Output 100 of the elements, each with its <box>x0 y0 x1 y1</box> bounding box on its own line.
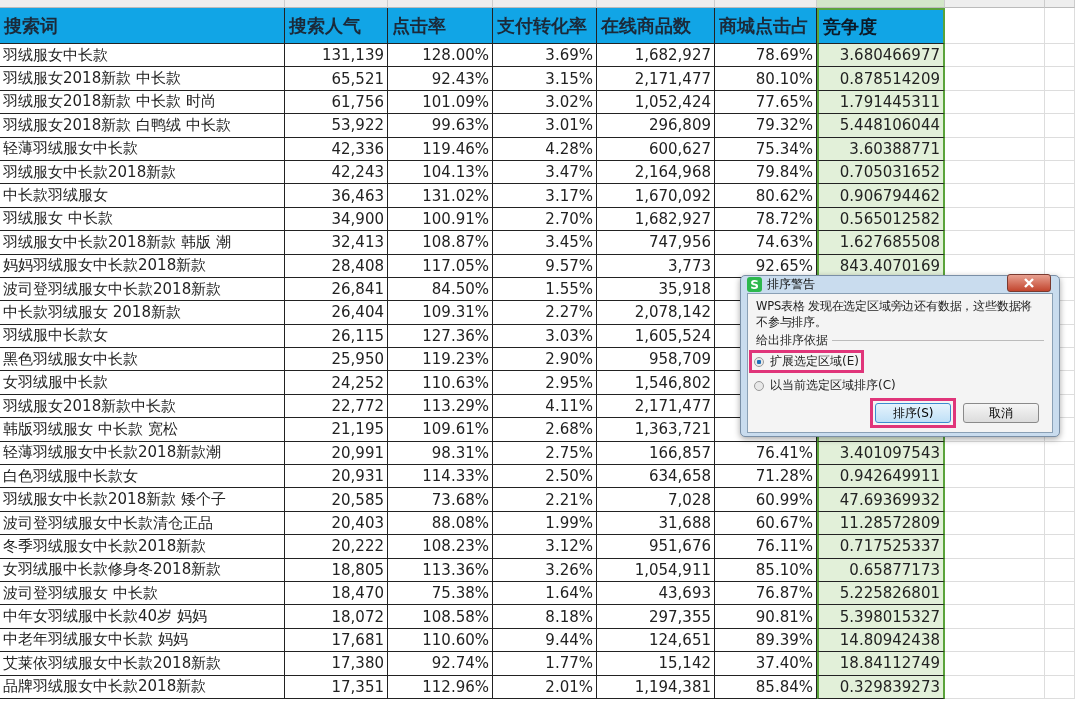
column-header[interactable]: 搜索人气 <box>285 8 388 44</box>
empty-cell <box>1045 652 1075 676</box>
table-cell: 9.44% <box>493 628 597 653</box>
table-cell: 5.225826801 <box>817 582 945 606</box>
table-cell: 1.55% <box>493 277 597 302</box>
table-cell: 3.401097543 <box>817 441 945 466</box>
close-button[interactable] <box>1007 273 1051 292</box>
table-cell: 35,918 <box>597 277 715 302</box>
table-cell: 117.05% <box>388 254 493 278</box>
table-cell: 108.87% <box>388 231 493 255</box>
table-cell: 53,922 <box>285 114 388 138</box>
table-cell: 3.45% <box>493 231 597 255</box>
table-cell: 5.398015327 <box>817 605 945 629</box>
table-cell: 296,809 <box>597 114 715 138</box>
column-letter-header[interactable] <box>817 0 945 8</box>
table-cell: 61,756 <box>285 90 388 115</box>
table-cell: 波司登羽绒服女中长款2018新款 <box>0 277 285 302</box>
table-cell: 3.60388771 <box>817 137 945 161</box>
empty-cell <box>1045 184 1075 208</box>
table-cell: 3.01% <box>493 114 597 138</box>
cancel-button[interactable]: 取消 <box>963 403 1039 423</box>
table-cell: 女羽绒服中长款修身冬2018新款 <box>0 558 285 582</box>
table-cell: 17,351 <box>285 675 388 699</box>
empty-cell <box>1045 441 1075 466</box>
table-cell: 119.23% <box>388 348 493 372</box>
table-cell: 1,670,092 <box>597 184 715 208</box>
table-cell: 2,171,477 <box>597 67 715 91</box>
column-letter-header[interactable] <box>945 0 1045 8</box>
table-cell: 0.565012582 <box>817 207 945 232</box>
table-cell: 1,605,524 <box>597 324 715 349</box>
table-cell: 88.08% <box>388 511 493 536</box>
table-cell: 112.96% <box>388 675 493 699</box>
empty-cell <box>1045 114 1075 138</box>
column-letter-header[interactable] <box>1045 0 1075 8</box>
table-cell: 747,956 <box>597 231 715 255</box>
table-cell: 18.84112749 <box>817 652 945 676</box>
table-cell: 25,950 <box>285 348 388 372</box>
table-cell: 2.70% <box>493 207 597 232</box>
table-cell: 131.02% <box>388 184 493 208</box>
table-cell: 17,681 <box>285 628 388 653</box>
radio-option[interactable]: 以当前选定区域排序(C) <box>754 377 896 394</box>
radio-button[interactable] <box>754 380 764 391</box>
radio-button[interactable] <box>754 356 764 367</box>
table-cell: 124,651 <box>597 628 715 653</box>
table-cell: 3.69% <box>493 44 597 68</box>
table-cell: 中年女羽绒服中长款40岁 妈妈 <box>0 605 285 629</box>
column-header[interactable]: 搜索词 <box>0 8 285 44</box>
table-cell: 104.13% <box>388 160 493 185</box>
table-cell: 女羽绒服中长款 <box>0 371 285 395</box>
table-cell: 24,252 <box>285 371 388 395</box>
table-cell: 中老年羽绒服女中长款 妈妈 <box>0 628 285 653</box>
table-cell: 20,991 <box>285 441 388 466</box>
table-cell: 98.31% <box>388 441 493 466</box>
table-cell: 品牌羽绒服女中长款2018新款 <box>0 675 285 699</box>
column-header[interactable]: 在线商品数 <box>597 8 715 44</box>
table-cell: 韩版羽绒服女 中长款 宽松 <box>0 418 285 442</box>
table-cell: 0.878514209 <box>817 67 945 91</box>
empty-cell <box>1045 628 1075 653</box>
table-cell: 2.68% <box>493 418 597 442</box>
table-cell: 166,857 <box>597 441 715 466</box>
table-cell: 36,463 <box>285 184 388 208</box>
table-cell: 羽绒服女 中长款 <box>0 207 285 232</box>
table-cell: 4.28% <box>493 137 597 161</box>
table-cell: 0.717525337 <box>817 535 945 559</box>
table-cell: 黑色羽绒服女中长款 <box>0 348 285 372</box>
table-cell: 羽绒服女中长款2018新款 <box>0 160 285 185</box>
column-header[interactable]: 商城点击占 <box>715 8 817 44</box>
table-cell: 白色羽绒服中长款女 <box>0 465 285 489</box>
table-cell: 26,404 <box>285 301 388 325</box>
table-cell: 26,841 <box>285 277 388 302</box>
empty-cell <box>1045 558 1075 582</box>
empty-cell <box>1045 231 1075 255</box>
table-cell: 20,931 <box>285 465 388 489</box>
table-cell: 波司登羽绒服女中长款清仓正品 <box>0 511 285 536</box>
table-cell: 297,355 <box>597 605 715 629</box>
table-cell: 0.65877173 <box>817 558 945 582</box>
column-header[interactable]: 竞争度 <box>817 8 945 44</box>
table-cell: 84.50% <box>388 277 493 302</box>
table-cell: 20,222 <box>285 535 388 559</box>
dialog-title: 排序警告 <box>767 276 816 293</box>
table-cell: 109.61% <box>388 418 493 442</box>
table-cell: 18,072 <box>285 605 388 629</box>
table-cell: 2,164,968 <box>597 160 715 185</box>
table-cell: 2.50% <box>493 465 597 489</box>
table-cell: 92.74% <box>388 652 493 676</box>
column-header[interactable]: 点击率 <box>388 8 493 44</box>
table-cell: 32,413 <box>285 231 388 255</box>
column-header[interactable]: 支付转化率 <box>493 8 597 44</box>
radio-option[interactable]: 扩展选定区域(E) <box>754 353 859 370</box>
table-cell: 634,658 <box>597 465 715 489</box>
table-cell: 艾莱依羽绒服女中长款2018新款 <box>0 652 285 676</box>
table-cell: 中长款羽绒服女 <box>0 184 285 208</box>
table-cell: 17,380 <box>285 652 388 676</box>
table-cell: 羽绒服女2018新款中长款 <box>0 394 285 419</box>
table-cell: 113.36% <box>388 558 493 582</box>
table-cell: 18,805 <box>285 558 388 582</box>
table-cell: 羽绒服女2018新款 白鸭绒 中长款 <box>0 114 285 138</box>
table-cell: 26,115 <box>285 324 388 349</box>
table-cell: 113.29% <box>388 394 493 419</box>
sort-button[interactable]: 排序(S) <box>875 403 951 423</box>
